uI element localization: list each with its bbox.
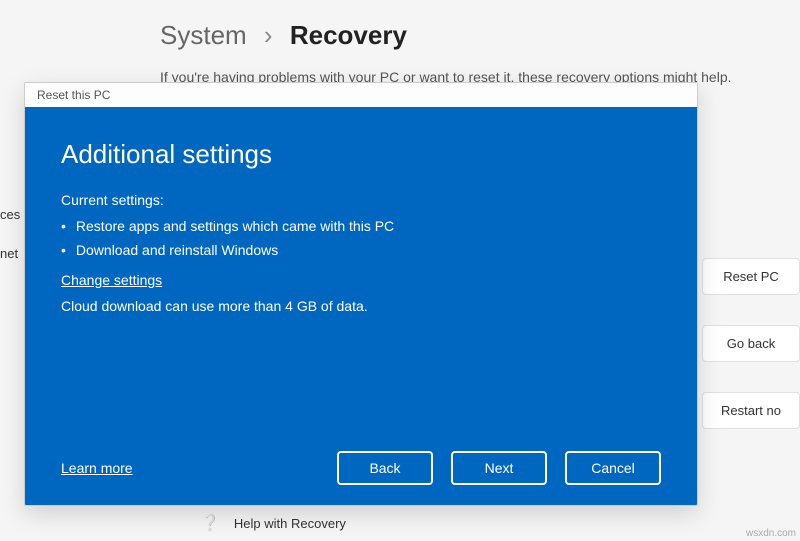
cancel-button[interactable]: Cancel [565,451,661,485]
help-label: Help with Recovery [234,516,346,531]
help-with-recovery-row[interactable]: ❔ Help with Recovery [200,513,346,533]
dialog-window-title: Reset this PC [25,83,697,107]
dialog-footer: Learn more Back Next Cancel [61,451,661,485]
sidebar-item-fragment[interactable]: net [0,234,22,273]
breadcrumb-separator: › [264,20,273,50]
current-settings-label: Current settings: [61,192,661,208]
change-settings-link[interactable]: Change settings [61,272,162,288]
sidebar-fragment: ces net [0,195,22,273]
breadcrumb-parent[interactable]: System [160,20,247,50]
list-item: Download and reinstall Windows [61,238,661,262]
go-back-button[interactable]: Go back [702,325,800,362]
sidebar-item-fragment[interactable]: ces [0,195,22,234]
back-button[interactable]: Back [337,451,433,485]
dialog-body: Additional settings Current settings: Re… [25,107,697,505]
reset-this-pc-dialog: Reset this PC Additional settings Curren… [24,82,698,506]
breadcrumb-current: Recovery [290,20,407,50]
cloud-download-note: Cloud download can use more than 4 GB of… [61,298,661,314]
next-button[interactable]: Next [451,451,547,485]
breadcrumb: System › Recovery [0,20,800,51]
dialog-heading: Additional settings [61,139,661,170]
learn-more-link[interactable]: Learn more [61,460,133,476]
reset-pc-button[interactable]: Reset PC [702,258,800,295]
watermark: wsxdn.com [746,528,796,539]
restart-now-button[interactable]: Restart no [702,392,800,429]
list-item: Restore apps and settings which came wit… [61,214,661,238]
recovery-action-buttons: Reset PC Go back Restart no [702,258,800,429]
current-settings-list: Restore apps and settings which came wit… [61,214,661,262]
help-icon: ❔ [200,513,220,533]
